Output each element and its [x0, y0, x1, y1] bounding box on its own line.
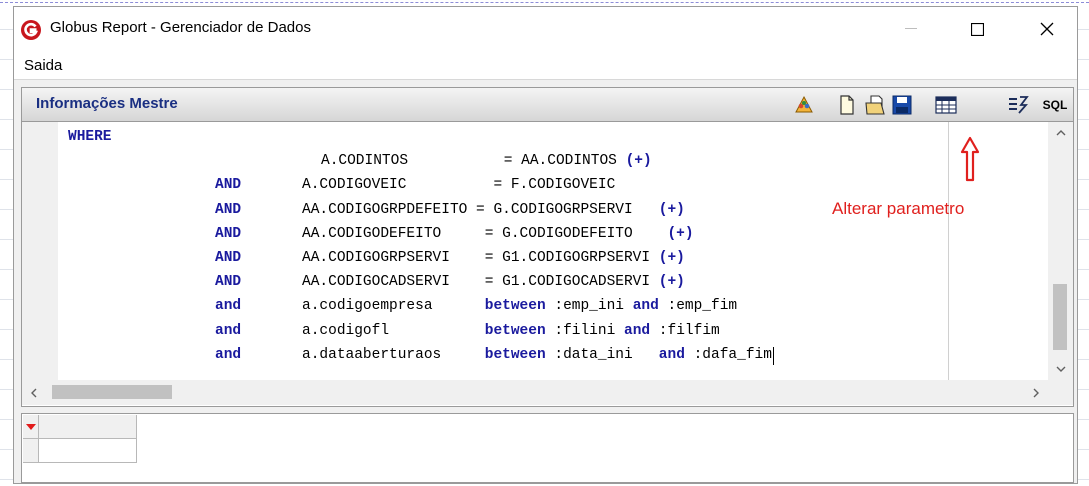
sql-text: a.codigofl	[241, 322, 485, 339]
sql-keyword: AND	[215, 225, 242, 242]
sql-text: AA.CODIGOCADSERVI = G1.CODIGOCADSERVI	[241, 274, 659, 291]
horizontal-scroll-thumb[interactable]	[52, 385, 172, 399]
edit-lines-button[interactable]	[1006, 93, 1030, 117]
sql-keyword: (+)	[625, 153, 652, 170]
sql-text: :emp_fim	[658, 298, 738, 315]
grid-cell[interactable]	[39, 439, 137, 463]
sql-editor[interactable]: WHERE A.CODINTOS = AA.CODINTOS (+) AND A.C…	[21, 122, 1074, 407]
code-line: and a.dataaberturaos between :data_ini a…	[215, 347, 772, 363]
sql-text: :filfim	[650, 322, 720, 339]
sql-keyword: (+)	[658, 201, 685, 218]
vertical-scroll-thumb[interactable]	[1053, 284, 1067, 350]
sql-keyword: and	[632, 298, 659, 315]
minimize-icon	[905, 28, 917, 29]
sql-icon: SQL	[1042, 98, 1068, 112]
annotation-text: Alterar parametro	[832, 199, 965, 218]
vertical-scrollbar[interactable]	[1048, 122, 1073, 380]
grid-row-indicator[interactable]	[23, 415, 39, 439]
new-document-icon	[840, 95, 854, 115]
menu-item-saida[interactable]: Saida	[24, 57, 62, 74]
minimize-button[interactable]	[888, 7, 934, 51]
sql-keyword: and	[215, 322, 242, 339]
close-icon	[1040, 22, 1054, 36]
sql-keyword: AND	[215, 274, 242, 291]
edit-lines-icon	[1009, 96, 1029, 114]
sql-text: :data_ini	[545, 346, 659, 363]
save-button[interactable]	[890, 93, 914, 117]
sql-keyword: (+)	[658, 250, 685, 266]
sql-keyword: (+)	[667, 225, 694, 242]
data-grid-panel	[21, 413, 1074, 483]
grid-parameter-icon	[935, 96, 957, 114]
scroll-down-icon[interactable]	[1048, 358, 1073, 380]
code-line: AND AA.CODIGOGRPDEFEITO = G.CODIGOGRPSER…	[215, 202, 685, 218]
app-window: Globus Report - Gerenciador de Dados Sai…	[13, 6, 1078, 484]
code-line: AND AA.CODIGODEFEITO = G.CODIGODEFEITO (…	[215, 226, 694, 242]
scroll-left-icon[interactable]	[22, 380, 46, 405]
sql-text: a.codigoempresa	[241, 298, 485, 315]
scrollbar-corner	[1048, 380, 1073, 405]
people-icon	[795, 95, 813, 113]
right-margin-line	[948, 122, 949, 380]
sql-keyword: between	[484, 322, 546, 339]
panel-title: Informações Mestre	[36, 95, 178, 112]
code-line: AND AA.CODIGOGRPSERVI = G1.CODIGOGRPSERV…	[215, 250, 685, 266]
sql-text: a.dataaberturaos	[241, 346, 485, 363]
maximize-icon	[970, 22, 984, 36]
current-row-arrow-icon	[26, 424, 36, 430]
grid-row-indicator-2[interactable]	[23, 439, 39, 463]
sql-text: :emp_ini	[545, 298, 633, 315]
window-title: Globus Report - Gerenciador de Dados	[50, 19, 311, 36]
sql-keyword: AND	[215, 201, 242, 218]
sql-keyword: between	[484, 298, 546, 315]
editor-gutter	[22, 122, 58, 380]
sql-text: A.CODINTOS = AA.CODINTOS	[321, 153, 626, 170]
sql-keyword: and	[624, 322, 651, 339]
grid-header-cell[interactable]	[39, 415, 137, 439]
background-dashed-line	[0, 2, 1089, 3]
horizontal-scrollbar[interactable]	[22, 380, 1048, 405]
sql-text: AA.CODIGOGRPSERVI = G1.CODIGOGRPSERVI	[241, 250, 659, 266]
sql-text: :dafa_fim	[684, 346, 772, 363]
text-caret	[773, 347, 774, 365]
new-document-button[interactable]	[835, 93, 859, 117]
sql-text: AA.CODIGODEFEITO = G.CODIGODEFEITO	[241, 225, 668, 242]
maximize-button[interactable]	[954, 7, 1000, 51]
code-line: A.CODINTOS = AA.CODINTOS (+)	[321, 153, 652, 169]
sql-text: AA.CODIGOGRPDEFEITO = G.CODIGOGRPSERVI	[241, 201, 659, 218]
sql-keyword: AND	[215, 177, 242, 194]
sql-keyword: and	[215, 298, 242, 315]
code-line: AND A.CODIGOVEIC = F.CODIGOVEIC	[215, 177, 615, 193]
sql-keyword: WHERE	[68, 129, 112, 145]
save-icon	[892, 95, 912, 115]
menu-bar: Saida	[14, 51, 1077, 80]
sql-keyword: and	[658, 346, 685, 363]
sql-text: A.CODIGOVEIC = F.CODIGOVEIC	[241, 177, 616, 194]
panel-header: Informações Mestre SQL	[21, 87, 1074, 122]
sql-button[interactable]: SQL	[1040, 93, 1070, 117]
code-line: WHERE	[68, 129, 112, 145]
sql-keyword: between	[484, 346, 546, 363]
code-line: and a.codigoempresa between :emp_ini and…	[215, 298, 737, 314]
code-text-area[interactable]: WHERE A.CODINTOS = AA.CODINTOS (+) AND A.C…	[58, 122, 1048, 380]
globus-logo-icon	[21, 20, 41, 40]
close-button[interactable]	[1024, 7, 1070, 51]
sql-text: :filini	[545, 322, 624, 339]
sql-keyword: (+)	[658, 274, 685, 291]
sql-keyword: and	[215, 346, 242, 363]
sql-keyword: AND	[215, 250, 242, 266]
code-line: AND AA.CODIGOCADSERVI = G1.CODIGOCADSERV…	[215, 274, 685, 290]
title-bar[interactable]: Globus Report - Gerenciador de Dados	[14, 7, 1077, 51]
code-line: and a.codigofl between :filini and :filf…	[215, 323, 720, 339]
scroll-up-icon[interactable]	[1048, 122, 1073, 144]
open-document-button[interactable]	[863, 93, 887, 117]
open-document-icon	[865, 95, 885, 115]
scroll-right-icon[interactable]	[1024, 380, 1048, 405]
annotation-arrow-icon	[960, 136, 980, 182]
users-button[interactable]	[792, 93, 816, 117]
alter-parameter-button[interactable]	[934, 93, 958, 117]
